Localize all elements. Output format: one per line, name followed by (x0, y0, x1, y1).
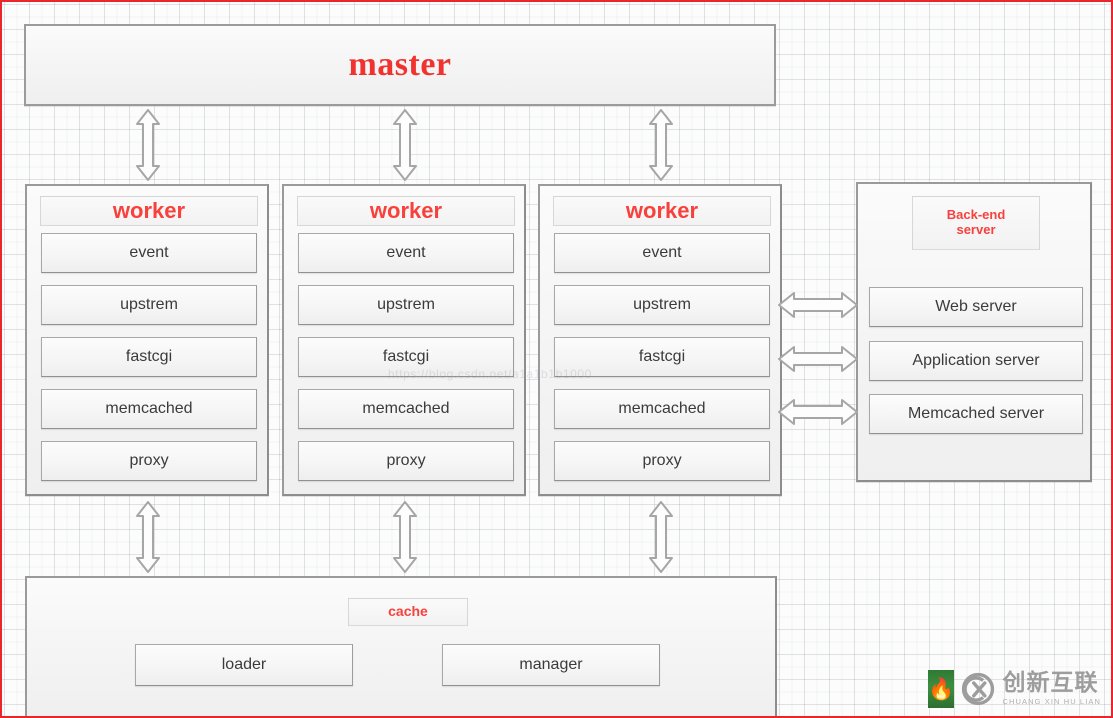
master-label: master (348, 46, 452, 83)
worker-3-label: worker (553, 196, 771, 226)
backend-title-line-1: Back-end (946, 207, 1006, 223)
arrow-memcached-to-memcached-server (777, 397, 859, 427)
worker-panel-3[interactable]: worker event upstrem fastcgi memcached p… (538, 184, 782, 496)
arrow-fastcgi-to-application-server (777, 344, 859, 374)
backend-server-label: Back-end server (912, 196, 1040, 250)
worker-panel-1[interactable]: worker event upstrem fastcgi memcached p… (25, 184, 269, 496)
worker-3-module-event[interactable]: event (554, 233, 770, 273)
backend-node-web-server[interactable]: Web server (869, 287, 1083, 327)
diagram-canvas: master worker event upstrem fastcgi memc… (0, 0, 1113, 718)
worker-panel-2[interactable]: worker event upstrem fastcgi memcached p… (282, 184, 526, 496)
worker-3-module-fastcgi[interactable]: fastcgi (554, 337, 770, 377)
worker-2-module-upstrem[interactable]: upstrem (298, 285, 514, 325)
cache-label: cache (348, 598, 468, 626)
worker-1-module-upstrem[interactable]: upstrem (41, 285, 257, 325)
worker-2-module-memcached[interactable]: memcached (298, 389, 514, 429)
backend-node-memcached-server[interactable]: Memcached server (869, 394, 1083, 434)
worker-1-module-proxy[interactable]: proxy (41, 441, 257, 481)
worker-2-module-event[interactable]: event (298, 233, 514, 273)
arrow-master-to-worker-1 (134, 108, 162, 182)
arrow-master-to-worker-2 (391, 108, 419, 182)
cache-process-loader[interactable]: loader (135, 644, 353, 686)
worker-3-module-proxy[interactable]: proxy (554, 441, 770, 481)
cache-panel[interactable]: cache loader manager (25, 576, 777, 716)
flame-icon: 🔥 (928, 670, 955, 708)
backend-title-line-2: server (956, 222, 996, 237)
brand-text-block: 创新互联 CHUANG XIN HU LIAN (1002, 672, 1101, 706)
worker-1-module-event[interactable]: event (41, 233, 257, 273)
worker-1-module-fastcgi[interactable]: fastcgi (41, 337, 257, 377)
brand-watermark: 🔥 创新互联 CHUANG XIN HU LIAN (922, 664, 1107, 714)
worker-1-label: worker (40, 196, 258, 226)
arrow-worker-2-to-cache (391, 500, 419, 574)
cache-process-manager[interactable]: manager (442, 644, 660, 686)
master-panel[interactable]: master (24, 24, 776, 106)
cx-logo-icon (962, 672, 995, 706)
worker-2-module-fastcgi[interactable]: fastcgi (298, 337, 514, 377)
worker-1-module-memcached[interactable]: memcached (41, 389, 257, 429)
worker-2-label: worker (297, 196, 515, 226)
arrow-upstrem-to-web-server (777, 290, 859, 320)
worker-3-module-upstrem[interactable]: upstrem (554, 285, 770, 325)
arrow-master-to-worker-3 (647, 108, 675, 182)
worker-2-module-proxy[interactable]: proxy (298, 441, 514, 481)
brand-name-cn: 创新互联 (1002, 670, 1099, 697)
worker-3-module-memcached[interactable]: memcached (554, 389, 770, 429)
backend-server-panel[interactable]: Back-end server Web server Application s… (856, 182, 1092, 482)
brand-name-pinyin: CHUANG XIN HU LIAN (1002, 697, 1101, 707)
backend-node-application-server[interactable]: Application server (869, 341, 1083, 381)
arrow-worker-1-to-cache (134, 500, 162, 574)
arrow-worker-3-to-cache (647, 500, 675, 574)
